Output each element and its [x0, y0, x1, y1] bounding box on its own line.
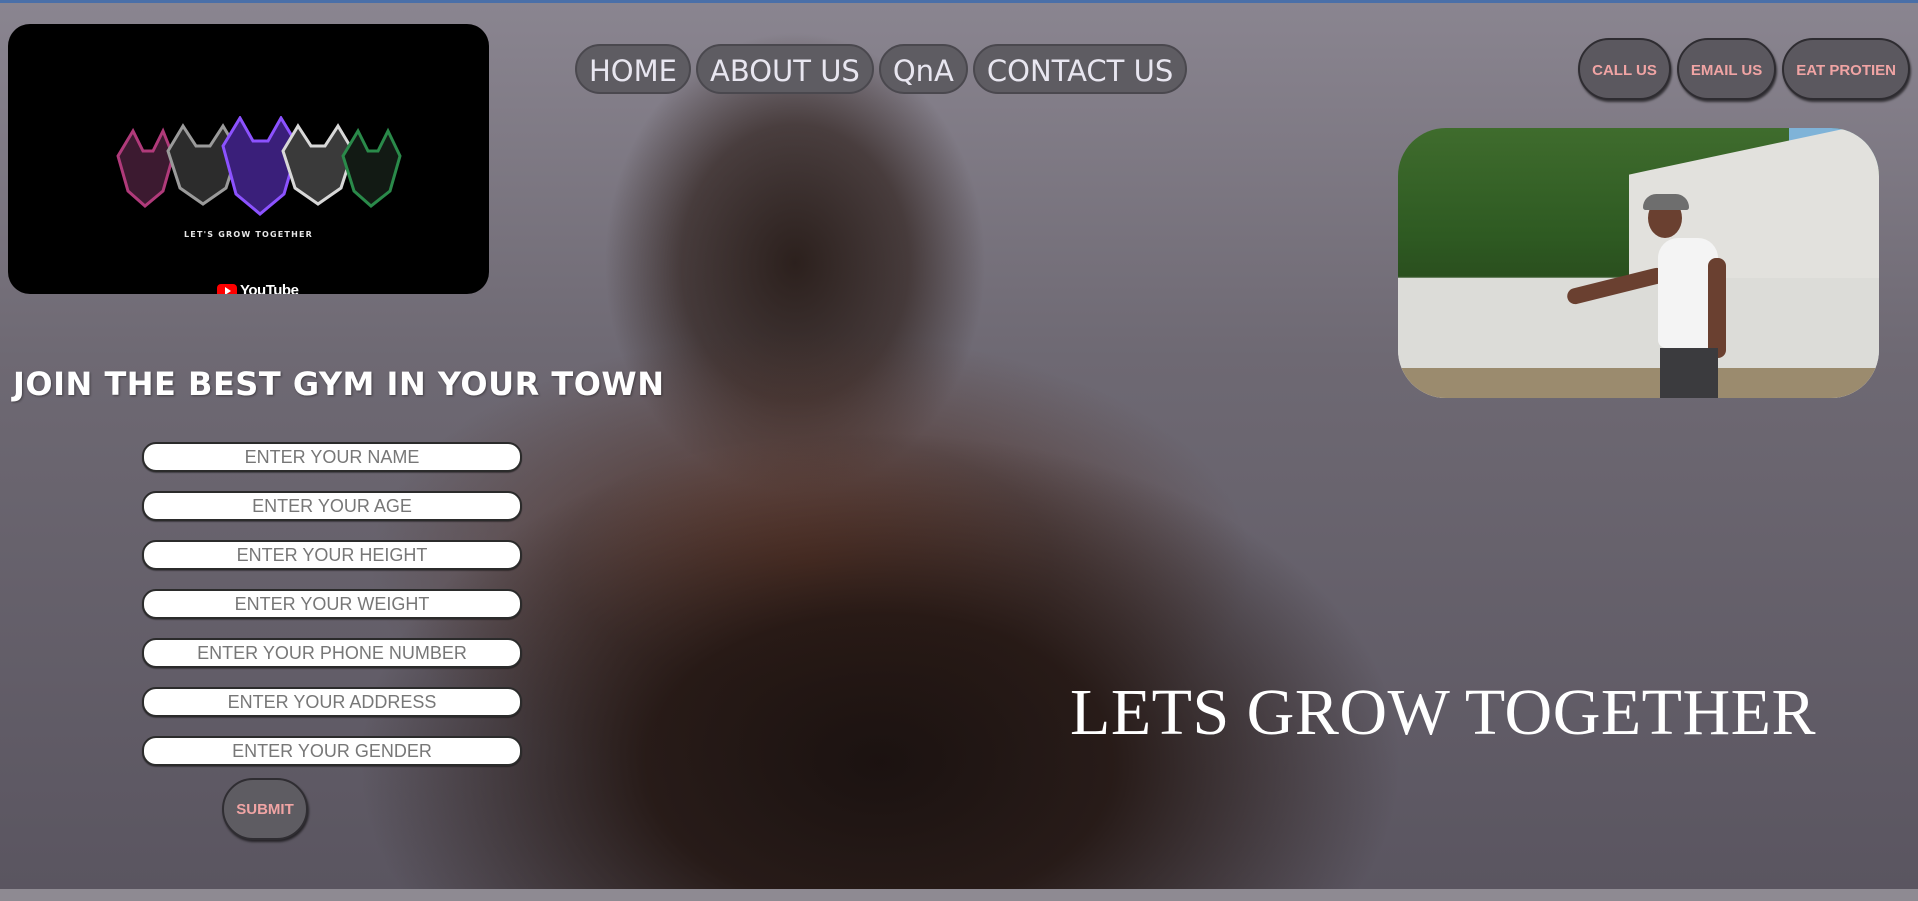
video-tagline: LET'S GROW TOGETHER	[183, 230, 314, 239]
name-field[interactable]	[142, 442, 522, 472]
phone-field[interactable]	[142, 638, 522, 668]
join-form	[142, 442, 522, 785]
height-field[interactable]	[142, 540, 522, 570]
weight-field[interactable]	[142, 589, 522, 619]
hero-slogan: LETS GROW TOGETHER	[1070, 676, 1816, 749]
youtube-badge[interactable]: YouTube	[217, 282, 299, 294]
photo-person-arm-right	[1708, 258, 1726, 358]
youtube-play-icon	[217, 283, 237, 294]
eat-protien-button[interactable]: EAT PROTIEN	[1782, 38, 1910, 100]
photo-ground	[1398, 368, 1879, 398]
workout-photo	[1398, 128, 1879, 398]
nav-contact-button[interactable]: CONTACT US	[972, 44, 1188, 94]
submit-button[interactable]: SUBMIT	[222, 778, 308, 840]
join-title: JOIN THE BEST GYM IN YOUR TOWN	[13, 365, 665, 403]
photo-person-cap	[1643, 194, 1689, 210]
call-us-button[interactable]: CALL US	[1578, 38, 1671, 100]
main-nav: HOME ABOUT US QnA CONTACT US	[575, 44, 1188, 94]
photo-person-shorts	[1660, 348, 1718, 398]
age-field[interactable]	[142, 491, 522, 521]
wolf-logo-image	[116, 116, 402, 216]
email-us-button[interactable]: EMAIL US	[1676, 38, 1777, 100]
nav-qna-button[interactable]: QnA	[878, 44, 968, 94]
nav-home-button[interactable]: HOME	[575, 44, 691, 94]
gender-field[interactable]	[142, 736, 522, 766]
video-embed[interactable]: LET'S GROW TOGETHER YouTube	[8, 24, 489, 294]
youtube-label: YouTube	[240, 282, 299, 294]
nav-about-button[interactable]: ABOUT US	[695, 44, 874, 94]
bottom-band	[0, 889, 1918, 901]
contact-actions: CALL US EMAIL US EAT PROTIEN	[1578, 38, 1910, 100]
address-field[interactable]	[142, 687, 522, 717]
